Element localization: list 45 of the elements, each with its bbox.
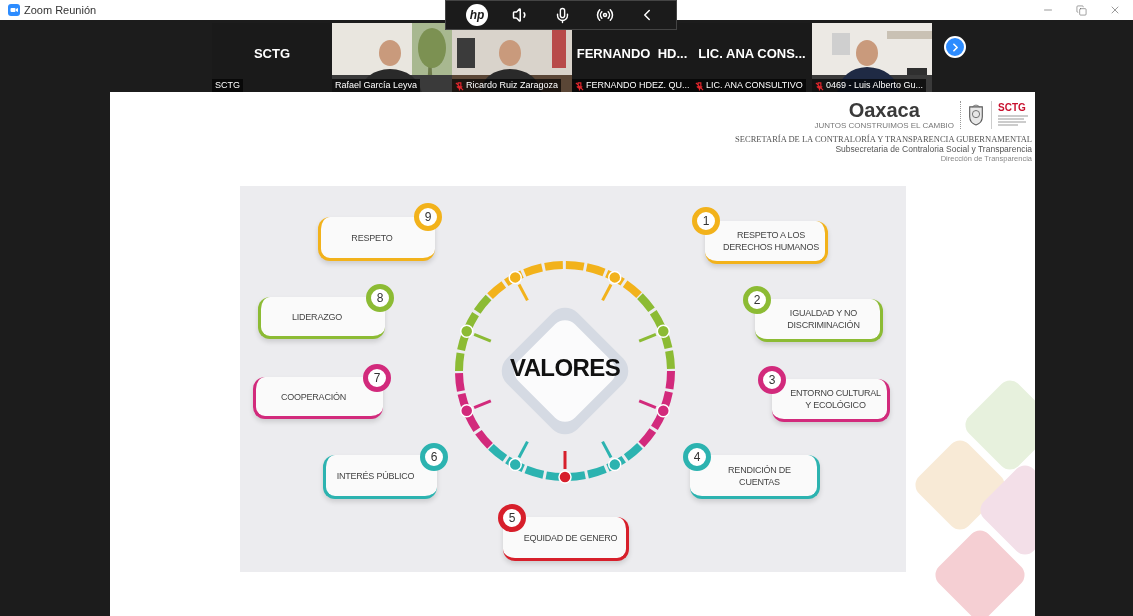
value-label: RESPETO A LOS DERECHOS HUMANOS — [723, 229, 819, 253]
number-badge: 4 — [683, 443, 711, 471]
value-label: ENTORNO CULTURAL Y ECOLÓGICO — [790, 387, 881, 411]
participant-display-name: LIC. ANA CONS... — [698, 45, 806, 64]
number-badge: 6 — [420, 443, 448, 471]
value-label: RENDICIÓN DE CUENTAS — [728, 463, 791, 488]
broadcast-icon[interactable] — [595, 6, 614, 24]
number-badge: 8 — [366, 284, 394, 312]
header-line: SECRETARÍA DE LA CONTRALORÍA Y TRANSPARENCIA GUBERNAMENTAL — [735, 134, 1032, 144]
text-lines-icon — [998, 115, 1028, 127]
value-label: LIDERAZGO — [292, 310, 342, 323]
participant-name: Ricardo Ruiz Zaragoza — [452, 79, 562, 93]
muted-mic-icon — [695, 81, 704, 91]
diagram-title: VALORES — [510, 356, 620, 380]
participant-name: SCTG — [212, 79, 243, 93]
participant-name: Rafael García Leyva — [332, 79, 421, 93]
participant-name: FERNANDO HDEZ. QU... — [572, 79, 693, 93]
muted-mic-icon — [575, 81, 584, 91]
value-label: COOPERACIÓN — [280, 390, 346, 403]
number-badge: 7 — [363, 364, 391, 392]
window-title: Zoom Reunión — [24, 2, 97, 18]
participant-name: 0469 - Luis Alberto Gu... — [812, 79, 927, 93]
number-badge: 9 — [414, 203, 442, 231]
hp-logo: hp — [466, 4, 489, 26]
value-label: EQUIDAD DE GENERO — [523, 531, 618, 544]
sctg-logo: SCTG — [998, 103, 1026, 113]
logo-tagline: JUNTOS CONSTRUIMOS EL CAMBIO — [814, 122, 954, 130]
close-icon[interactable] — [1109, 4, 1121, 16]
muted-mic-icon — [455, 81, 464, 91]
participant-display-name: FERNANDO HD... — [576, 45, 688, 64]
oaxaca-wordmark: Oaxaca — [848, 100, 920, 120]
next-page-button[interactable] — [944, 36, 966, 58]
header-line: Subsecretaria de Contraloria Social y Transparencia — [835, 144, 1032, 154]
participant-display-name: SCTG — [253, 45, 291, 64]
value-label: INTERÉS PÚBLICO — [336, 469, 415, 482]
participant-name: LIC. ANA CONSULTIVO — [692, 79, 806, 93]
zoom-app-icon — [8, 4, 20, 16]
muted-mic-icon — [815, 81, 824, 91]
value-label: RESPETO — [351, 231, 393, 244]
number-badge: 1 — [692, 207, 720, 235]
number-badge: 5 — [498, 504, 526, 532]
shield-icon — [967, 103, 985, 127]
value-label: IGUALDAD Y NO DISCRIMINACIÓN — [787, 307, 860, 331]
number-badge: 2 — [743, 286, 771, 314]
number-badge: 3 — [758, 366, 786, 394]
